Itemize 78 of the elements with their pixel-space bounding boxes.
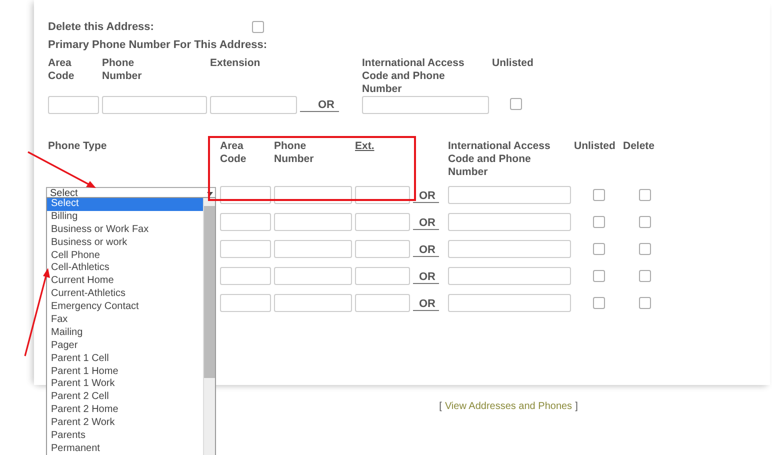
checkbox[interactable]: [510, 98, 522, 110]
dropdown-option[interactable]: Current-Athletics: [47, 288, 203, 302]
dropdown-option[interactable]: Parent 1 Work: [47, 378, 203, 392]
column-header: Phone Number: [102, 57, 143, 83]
checkbox[interactable]: [252, 21, 264, 33]
dropdown-option[interactable]: Business or work: [47, 236, 203, 250]
column-header: International Access Code and Phone Number: [362, 57, 466, 96]
international-number-field[interactable]: [448, 267, 571, 285]
area-code-field[interactable]: [220, 240, 271, 258]
extension-field[interactable]: [210, 96, 297, 114]
column-header: Extension: [210, 57, 262, 70]
column-header: Delete: [623, 140, 656, 153]
international-number-field[interactable]: [448, 186, 571, 204]
dropdown-option[interactable]: Parent 2 Cell: [47, 391, 203, 404]
dropdown-option[interactable]: Select: [47, 198, 203, 211]
dropdown-option[interactable]: Billing: [47, 210, 203, 224]
international-number-field[interactable]: [448, 213, 571, 231]
or-label: OR: [413, 244, 438, 257]
column-header: Unlisted: [574, 140, 616, 153]
column-header: Unlisted: [492, 57, 534, 70]
column-header: Area Code: [48, 57, 76, 83]
dropdown-option[interactable]: Mailing: [47, 326, 203, 340]
dropdown-option[interactable]: Parent 2 Home: [47, 404, 203, 418]
dropdown-option[interactable]: Business or Work Fax: [47, 224, 203, 237]
phone-number-field[interactable]: [274, 267, 352, 285]
column-header: Phone Type: [48, 140, 108, 153]
dropdown-option[interactable]: Cell Phone: [47, 250, 203, 262]
checkbox[interactable]: [639, 216, 651, 228]
checkbox[interactable]: [592, 189, 604, 201]
phone-number-field[interactable]: [274, 240, 352, 258]
or-label: OR: [413, 271, 438, 284]
annotation-arrow: [28, 151, 96, 188]
checkbox[interactable]: [592, 270, 604, 282]
dropdown-option[interactable]: Permanent: [47, 442, 203, 455]
dropdown-option[interactable]: Emergency Contact: [47, 301, 203, 314]
extension-field[interactable]: [355, 267, 410, 285]
international-number-field[interactable]: [448, 240, 571, 258]
area-code-field[interactable]: [220, 294, 271, 312]
column-header: Area Code: [220, 140, 248, 166]
bracket: ]: [575, 401, 578, 412]
extension-field[interactable]: [355, 213, 410, 231]
area-code-field[interactable]: [220, 267, 271, 285]
checkbox[interactable]: [592, 216, 604, 228]
extension-field[interactable]: [355, 294, 410, 312]
dropdown-option[interactable]: Parent 2 Work: [47, 417, 203, 430]
area-code-field[interactable]: [220, 213, 271, 231]
scrollbar[interactable]: [203, 198, 215, 455]
view-addresses-link[interactable]: View Addresses and Phones: [444, 401, 572, 412]
checkbox[interactable]: [639, 243, 651, 255]
checkbox[interactable]: [592, 297, 604, 309]
dropdown-option[interactable]: Current Home: [47, 275, 203, 288]
dropdown-option[interactable]: Cell-Athletics: [47, 262, 203, 276]
or-label: OR: [413, 217, 438, 230]
dropdown-option[interactable]: Parents: [47, 430, 203, 443]
or-label: OR: [300, 99, 338, 112]
field-label: Delete this Address:: [48, 20, 155, 34]
area-code-field[interactable]: [48, 96, 99, 114]
phone-number-field[interactable]: [274, 213, 352, 231]
dropdown-option[interactable]: Parent 1 Home: [47, 366, 203, 378]
or-label: OR: [413, 190, 438, 203]
checkbox[interactable]: [592, 243, 604, 255]
column-header: Ext.: [355, 140, 376, 153]
phone-number-field[interactable]: [102, 96, 207, 114]
dropdown-option[interactable]: Pager: [47, 340, 203, 353]
checkbox[interactable]: [639, 297, 651, 309]
or-label: OR: [413, 298, 438, 311]
dropdown-option[interactable]: Parent 1 Cell: [47, 352, 203, 366]
phone-number-field[interactable]: [274, 294, 352, 312]
section-title: Primary Phone Number For This Address:: [48, 39, 268, 52]
bracket: [: [439, 401, 442, 412]
checkbox[interactable]: [639, 189, 651, 201]
checkbox[interactable]: [639, 270, 651, 282]
international-number-field[interactable]: [448, 294, 571, 312]
international-number-field[interactable]: [362, 96, 489, 114]
dropdown-option[interactable]: Fax: [47, 314, 203, 327]
column-header: Phone Number: [274, 140, 315, 166]
column-header: International Access Code and Phone Number: [448, 140, 552, 179]
extension-field[interactable]: [355, 240, 410, 258]
